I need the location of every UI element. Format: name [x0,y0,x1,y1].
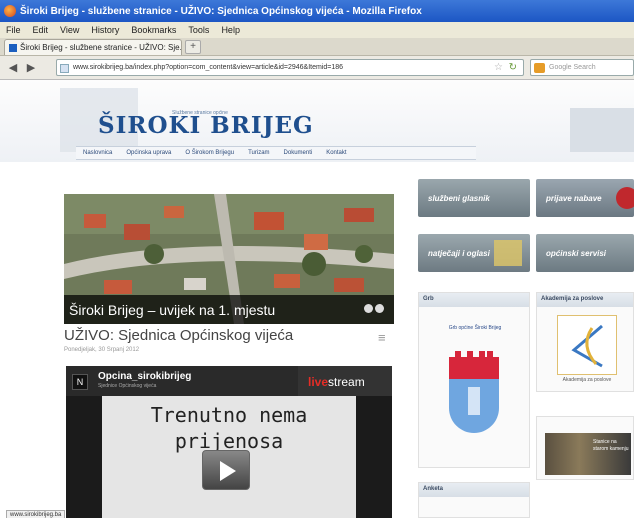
play-button[interactable] [202,450,250,490]
menu-bar: File Edit View History Bookmarks Tools H… [0,22,634,38]
slideshow-controls [364,304,386,314]
article-options-icon[interactable]: ≡ [378,330,386,345]
shield-crown [449,351,499,379]
offline-message: Trenutno nema prijenosa [102,402,356,454]
slide-dot-prev[interactable] [364,304,373,313]
shield-tower [468,387,480,415]
tab-label: Široki Brijeg - službene stranice - UŽIV… [20,43,182,52]
search-input[interactable]: Google Search [530,59,634,76]
firefox-icon [4,5,16,17]
panel-header: Grb [419,293,529,307]
nav-item-administration[interactable]: Općinska uprava [126,150,171,156]
academy-logo[interactable] [557,315,617,375]
site-identity-icon [60,64,69,73]
article-date: Ponedjeljak, 30 Srpanj 2012 [64,347,140,353]
livestream-logo[interactable]: livestream [298,366,392,396]
site-favicon-icon [9,43,17,52]
site-logo-subtitle: Službene stranice općine [172,110,228,116]
sidebar-button-gazette[interactable]: službeni glasnik [418,179,530,217]
academy-panel: Akademija za poslove Akademija za poslov… [536,292,634,392]
page-content: ŠIROKI BRIJEG Službene stranice općine N… [0,80,634,518]
menu-history[interactable]: History [91,25,119,35]
nav-item-documents[interactable]: Dokumenti [284,150,313,156]
panel-header: Akademija za poslove [537,293,633,307]
academy-caption: Akademija za poslove [562,377,612,383]
menu-help[interactable]: Help [221,25,240,35]
hero-slideshow[interactable]: Široki Brijeg – uvijek na 1. mjestu [64,194,394,324]
coat-of-arms-icon[interactable] [449,351,499,433]
url-input[interactable]: www.sirokibrijeg.ba/index.php?option=com… [56,59,524,76]
menu-tools[interactable]: Tools [188,25,209,35]
menu-bookmarks[interactable]: Bookmarks [131,25,176,35]
tab-bar: Široki Brijeg - službene stranice - UŽIV… [0,38,634,56]
academy-logo-icon [571,324,603,368]
slide-dot-next[interactable] [375,304,384,313]
channel-name[interactable]: Opcina_sirokibrijeg [98,371,191,382]
bookmark-star-icon[interactable]: ☆ [494,62,503,73]
search-engine-icon[interactable] [534,63,545,73]
url-text: www.sirokibrijeg.ba/index.php?option=com… [73,64,344,71]
forward-arrow-icon[interactable]: ▶ [24,61,38,75]
window-title: Široki Brijeg - službene stranice - UŽIV… [20,5,422,17]
nav-item-about[interactable]: O Širokom Brijegu [185,150,234,156]
menu-file[interactable]: File [6,25,21,35]
tab-active[interactable]: Široki Brijeg - službene stranice - UŽIV… [4,39,182,55]
reload-icon[interactable]: ↻ [509,62,517,73]
nav-item-tourism[interactable]: Turizam [248,150,269,156]
status-bar: www.sirokibrijeg.ba [6,510,66,518]
nav-item-home[interactable]: Naslovnica [83,150,112,156]
nav-item-contact[interactable]: Kontakt [326,150,346,156]
navigation-toolbar: ◀ ▶ www.sirokibrijeg.ba/index.php?option… [0,56,634,80]
channel-subtitle: Sjednice Općinskog vijeća [98,383,157,389]
coat-of-arms-panel: Grb Grb općine Široki Brijeg [418,292,530,468]
window-titlebar[interactable]: Široki Brijeg - službene stranice - UŽIV… [0,0,634,22]
coat-of-arms-caption: Grb općine Široki Brijeg [448,325,502,331]
header-background-image-right [570,108,634,152]
news-thumb-panel: Stanice na starom kamenju [536,416,634,480]
site-logo[interactable]: ŠIROKI BRIJEG [98,112,314,139]
livestream-player[interactable]: N Opcina_sirokibrijeg Sjednice Općinskog… [66,366,392,518]
hero-caption[interactable]: Široki Brijeg – uvijek na 1. mjestu [64,295,394,324]
news-thumbnail-caption: Stanice na starom kamenju [593,439,629,452]
menu-edit[interactable]: Edit [33,25,49,35]
article-title[interactable]: UŽIVO: Sjednica Općinskog vijeća [64,327,293,344]
poll-panel: Anketa [418,482,530,518]
livestream-brand-stream: stream [328,375,365,389]
sidebar-button-services[interactable]: općinski servisi [536,234,634,272]
search-placeholder: Google Search [549,64,596,71]
panel-header: Anketa [419,483,529,497]
new-tab-button[interactable]: + [185,40,201,54]
back-arrow-icon[interactable]: ◀ [6,61,20,75]
offline-message-line1: Trenutno nema [150,403,308,427]
sidebar-button-procurement[interactable]: prijave nabave [536,179,634,217]
livestream-brand-live: live [308,375,329,389]
site-navigation: Naslovnica Općinska uprava O Širokom Bri… [76,146,476,160]
menu-view[interactable]: View [60,25,79,35]
sidebar-button-tenders[interactable]: natječaji i oglasi [418,234,530,272]
channel-logo-icon[interactable]: N [72,374,88,390]
